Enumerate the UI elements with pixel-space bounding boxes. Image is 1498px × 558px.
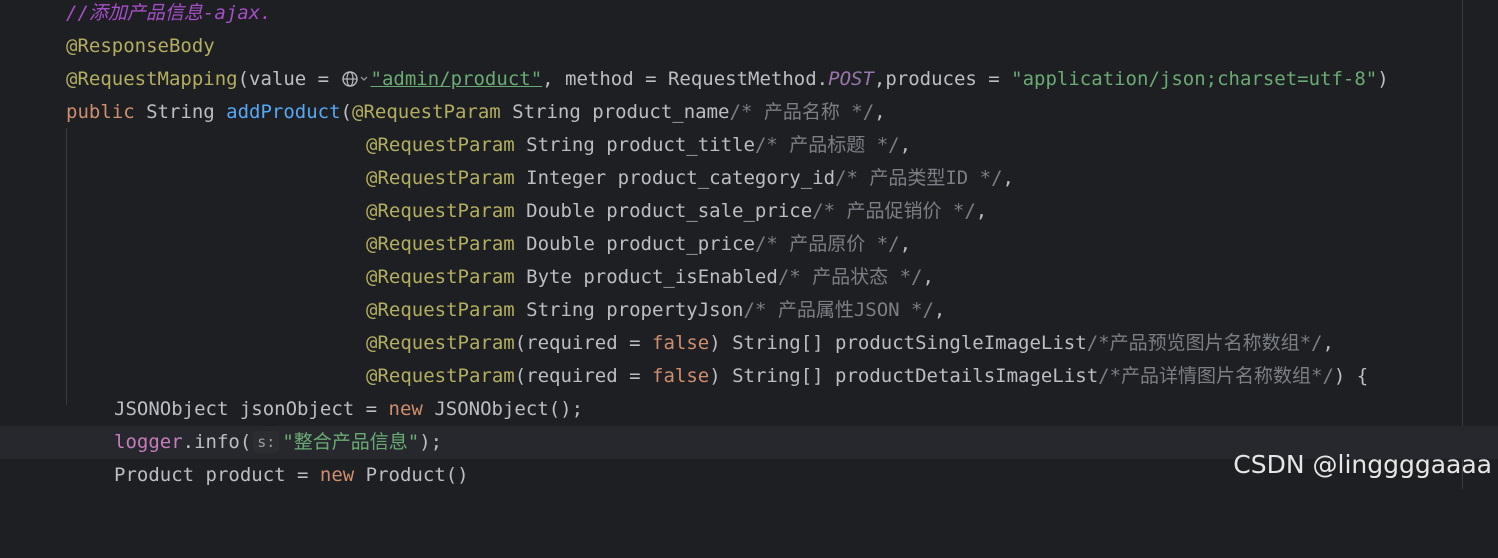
code-text: , xyxy=(874,101,886,123)
comment: /* 产品原价 */ xyxy=(754,233,900,255)
code-line[interactable]: @RequestParam Double product_sale_price/… xyxy=(0,195,1498,228)
annotation: @RequestParam xyxy=(366,332,515,354)
code-line[interactable]: @RequestParam String propertyJson/* 产品属性… xyxy=(0,294,1498,327)
code-line[interactable]: @ResponseBody xyxy=(0,30,1498,63)
code-line[interactable]: public String addProduct(@RequestParam S… xyxy=(0,96,1498,129)
chevron-down-icon[interactable] xyxy=(359,66,369,84)
code-text: JSONObject(); xyxy=(422,398,584,420)
annotation: @RequestMapping xyxy=(66,68,238,90)
parameter-hint: s: xyxy=(253,431,280,453)
code-text: , xyxy=(975,200,988,222)
code-line[interactable]: @RequestParam Double product_price/* 产品原… xyxy=(0,228,1498,261)
code-text: String product_name xyxy=(500,101,730,123)
annotation: @RequestParam xyxy=(366,200,515,222)
comment: //添加产品信息-ajax. xyxy=(66,2,272,24)
code-text: , xyxy=(1002,167,1014,189)
code-text: , method = RequestMethod. xyxy=(542,68,829,90)
code-text: , xyxy=(933,299,946,321)
code-text: , xyxy=(899,233,912,255)
code-text: Integer product_category_id xyxy=(514,167,836,189)
annotation: @RequestParam xyxy=(366,266,515,288)
code-text: ) xyxy=(1377,68,1389,90)
code-text: , xyxy=(1322,332,1334,354)
comment: /* 产品状态 */ xyxy=(777,266,923,288)
watermark: CSDN @linggggaaaa xyxy=(1233,450,1492,479)
code-text: (required = xyxy=(514,332,652,354)
code-editor[interactable]: //添加产品信息-ajax. @ResponseBody @RequestMap… xyxy=(0,0,1498,489)
code-text: String propertyJson xyxy=(514,299,744,321)
code-text: Double product_sale_price xyxy=(514,200,813,222)
comment: /* 产品标题 */ xyxy=(754,134,900,156)
code-text: ,produces = xyxy=(873,68,1012,90)
code-text: ( xyxy=(340,101,352,123)
code-line[interactable]: @RequestParam Byte product_isEnabled/* 产… xyxy=(0,261,1498,294)
code-text: , xyxy=(922,266,934,288)
comment: /* 产品促销价 */ xyxy=(812,200,976,222)
comment: /* 产品名称 */ xyxy=(729,101,875,123)
keyword: public xyxy=(66,101,135,123)
code-text: Product() xyxy=(354,464,469,486)
code-text: , xyxy=(899,134,912,156)
annotation: @RequestParam xyxy=(366,233,515,255)
annotation: @RequestParam xyxy=(366,299,515,321)
keyword: new xyxy=(388,398,423,420)
code-line[interactable]: @RequestParam Integer product_category_i… xyxy=(0,162,1498,195)
url-string[interactable]: "admin/product" xyxy=(371,68,543,90)
code-text: ); xyxy=(419,431,443,453)
code-text: .info( xyxy=(182,431,252,453)
code-text: ) { xyxy=(1333,365,1369,387)
code-text: ) String[] productSingleImageList xyxy=(709,332,1087,354)
comment: /*产品预览图片名称数组*/ xyxy=(1086,332,1323,354)
keyword: false xyxy=(652,365,710,387)
code-text: (required = xyxy=(514,365,652,387)
code-line[interactable]: @RequestMapping(value = "admin/product",… xyxy=(0,63,1498,96)
code-text: JSONObject jsonObject = xyxy=(114,398,389,420)
string-literal: "application/json;charset=utf-8" xyxy=(1011,68,1378,90)
annotation: @RequestParam xyxy=(366,365,515,387)
code-line[interactable]: JSONObject jsonObject = new JSONObject()… xyxy=(0,393,1498,426)
annotation: @ResponseBody xyxy=(66,35,215,57)
string-literal: "整合产品信息" xyxy=(282,431,420,453)
annotation: @RequestParam xyxy=(366,167,515,189)
comment: /* 产品类型ID */ xyxy=(835,167,1003,189)
code-text: Double product_price xyxy=(514,233,755,255)
keyword: new xyxy=(319,464,355,486)
code-line[interactable]: //添加产品信息-ajax. xyxy=(0,0,1498,30)
keyword: false xyxy=(652,332,710,354)
globe-icon[interactable] xyxy=(341,66,359,87)
comment: /* 产品属性JSON */ xyxy=(743,299,934,321)
field-name: logger xyxy=(114,431,183,453)
code-text: Byte product_isEnabled xyxy=(514,266,778,288)
code-text: ) String[] productDetailsImageList xyxy=(709,365,1099,387)
code-text: (value = xyxy=(237,68,341,90)
code-text: Product product = xyxy=(114,464,320,486)
static-field: POST xyxy=(828,68,874,90)
method-name: addProduct xyxy=(226,101,341,123)
comment: /*产品详情图片名称数组*/ xyxy=(1098,365,1334,387)
annotation: @RequestParam xyxy=(352,101,501,123)
code-line[interactable]: @RequestParam String product_title/* 产品标… xyxy=(0,129,1498,162)
code-text: String xyxy=(134,101,227,123)
annotation: @RequestParam xyxy=(366,134,515,156)
code-text: String product_title xyxy=(514,134,755,156)
code-line[interactable]: @RequestParam(required = false) String[]… xyxy=(0,360,1498,393)
code-line[interactable]: @RequestParam(required = false) String[]… xyxy=(0,327,1498,360)
